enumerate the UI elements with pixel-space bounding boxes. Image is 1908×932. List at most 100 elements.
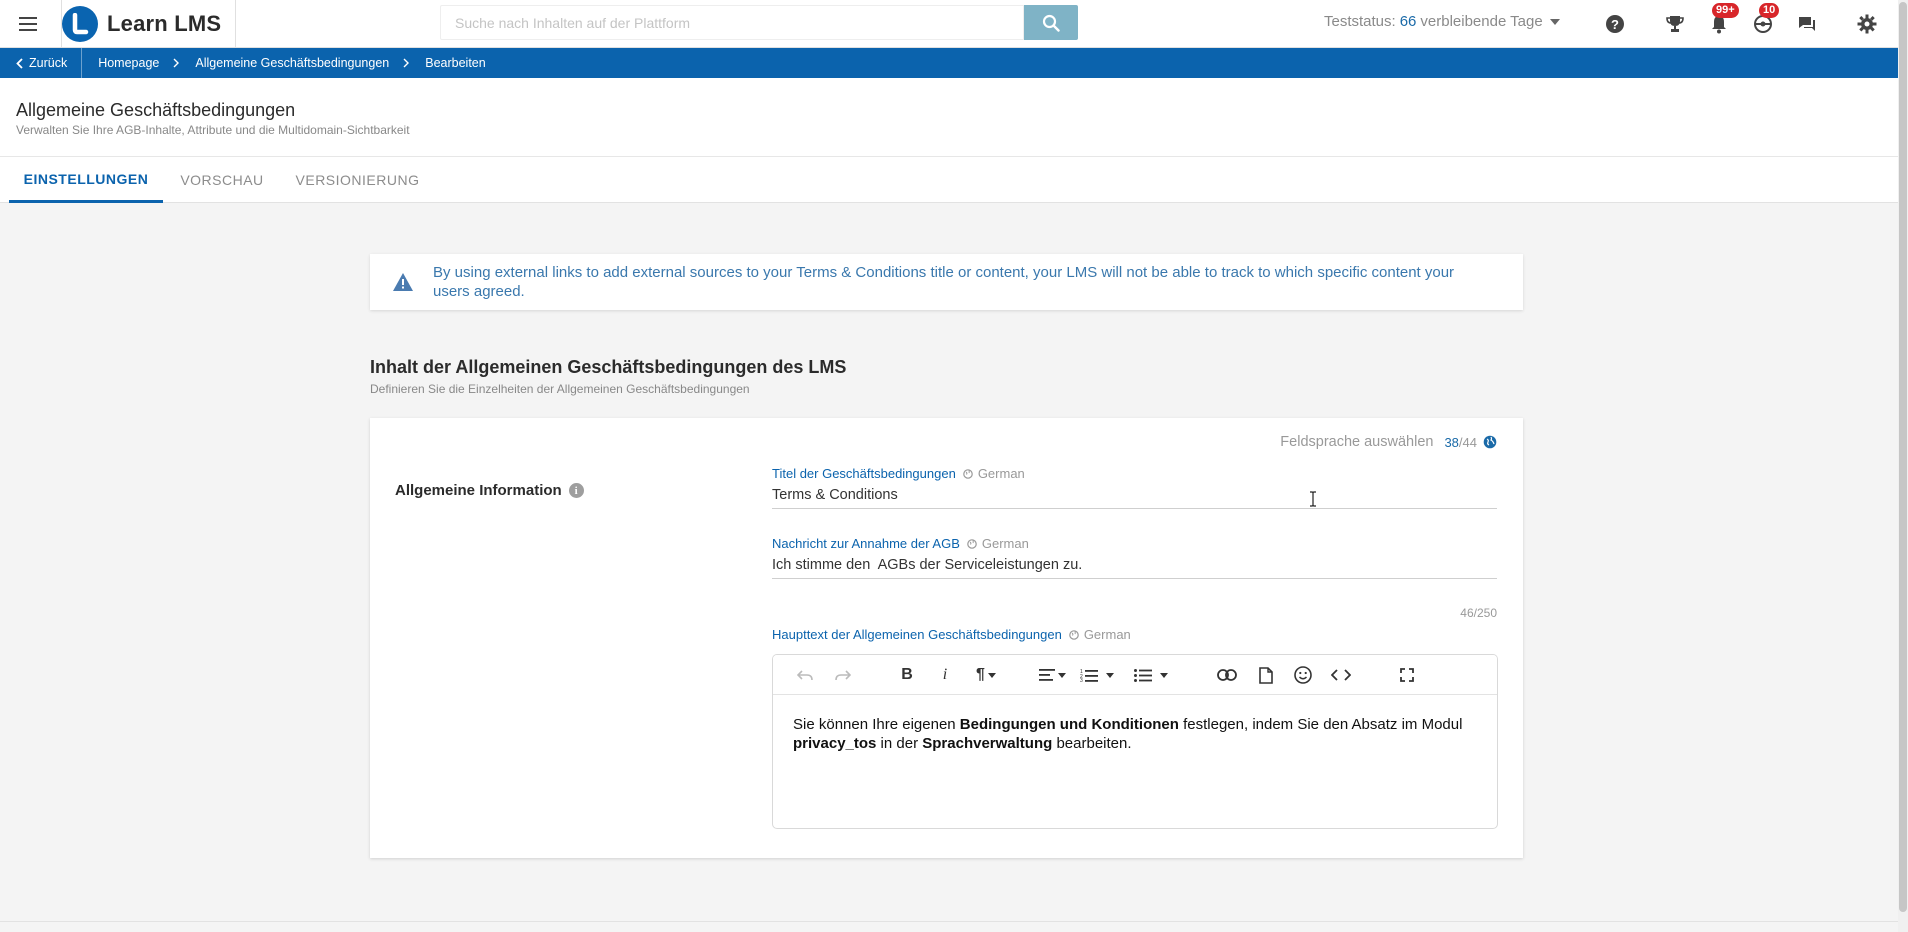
field-lang-text: German [977,466,1025,481]
messages-badge: 10 [1759,3,1780,18]
trophy-icon[interactable] [1661,10,1689,38]
breadcrumb-label: Bearbeiten [425,56,486,70]
editor-text: in der [876,735,923,752]
page-scrollbar[interactable] [1898,0,1908,932]
align-icon[interactable] [1035,663,1069,687]
body-field-label: Haupttext der Allgemeinen Geschäftsbedin… [772,627,1497,642]
editor-bold-text: Sprachverwaltung [922,735,1053,752]
link-icon[interactable] [1214,663,1240,687]
back-label: Zurück [29,56,68,70]
caret-down-icon [1549,18,1560,25]
breadcrumb: Zurück Homepage Allgemeine Geschäftsbedi… [0,48,1898,78]
bullet-list-icon[interactable] [1133,663,1153,687]
back-button[interactable]: Zurück [0,48,83,78]
svg-text:?: ? [1611,17,1619,32]
trial-days: 66 [1399,13,1417,30]
hamburger-menu-icon[interactable] [10,8,46,40]
language-count-total: /44 [1458,434,1477,450]
group-label: Allgemeine Information i [395,482,584,499]
page-subtitle: Verwalten Sie Ihre AGB-Inhalte, Attribut… [16,123,410,137]
editor-toolbar: B i ¶ 123 [773,655,1497,695]
acceptance-message-input[interactable] [772,552,1497,579]
redo-icon[interactable] [831,663,855,687]
notifications-badge: 99+ [1712,3,1739,18]
footer-divider [0,921,1898,922]
trial-suffix: verbleibende Tage [1420,13,1543,30]
rich-text-editor[interactable]: B i ¶ 123 Sie können Ihre eigenen Beding… [772,654,1498,829]
tab-versioning[interactable]: VERSIONIERUNG [290,157,425,203]
search-button[interactable] [1024,5,1078,40]
paragraph-format-icon[interactable]: ¶ [969,663,1003,687]
editor-bold-text: Bedingungen und Konditionen [959,716,1179,733]
field-language-tag: German [967,536,1029,551]
message-field-label: Nachricht zur Annahme der AGB German [772,536,1497,551]
field-lang-text: German [981,536,1029,551]
svg-text:3: 3 [1080,678,1083,682]
section-subtitle: Definieren Sie die Einzelheiten der Allg… [370,382,750,396]
emoji-icon[interactable] [1291,663,1315,687]
brand-name: Learn LMS [107,11,222,36]
editor-bold-text: privacy_tos [793,735,877,752]
field-language-picker[interactable]: Feldsprache auswählen 38/44 [1280,434,1497,450]
chevron-left-icon [16,57,23,69]
top-header: Learn LMS Teststatus: 66 verbleibende Ta… [0,0,1898,48]
page-title: Allgemeine Geschäftsbedingungen [16,100,296,120]
breadcrumb-item-terms[interactable]: Allgemeine Geschäftsbedingungen [179,56,410,70]
breadcrumb-label: Homepage [98,56,160,70]
section-title: Inhalt der Allgemeinen Geschäftsbedingun… [370,357,847,377]
title-field: Titel der Geschäftsbedingungen German [772,466,1497,509]
globe-outline-icon [967,538,977,549]
notifications-bell-icon[interactable]: 99+ [1705,3,1739,38]
file-icon[interactable] [1254,663,1278,687]
terms-content-card: Feldsprache auswählen 38/44 Allgemeine I… [370,418,1523,858]
character-counter: 46/250 [1460,606,1497,620]
trial-status-dropdown[interactable]: Teststatus: 66 verbleibende Tage [1324,13,1560,30]
field-label-text: Haupttext der Allgemeinen Geschäftsbedin… [772,627,1062,642]
text-cursor-icon [1310,491,1316,507]
page-header: Allgemeine Geschäftsbedingungen Verwalte… [0,78,1898,157]
ordered-list-icon[interactable]: 123 [1079,663,1099,687]
editor-text: bearbeiten. [1052,735,1132,752]
language-count-value: 38 [1444,434,1459,450]
tab-settings[interactable]: EINSTELLUNGEN [9,157,163,203]
help-icon[interactable]: ? [1601,10,1629,38]
fullscreen-icon[interactable] [1395,663,1419,687]
breadcrumb-item-edit: Bearbeiten [409,56,485,70]
language-count: 38/44 [1444,435,1477,450]
globe-outline-icon [963,468,973,479]
code-view-icon[interactable] [1328,663,1354,687]
search-input[interactable] [440,5,1024,40]
globe-outline-icon [1069,629,1079,640]
tab-preview[interactable]: VORSCHAU [172,157,272,203]
body-field: Haupttext der Allgemeinen Geschäftsbedin… [772,627,1497,642]
settings-gear-icon[interactable] [1853,10,1881,38]
undo-icon[interactable] [793,663,817,687]
chat-icon[interactable] [1793,10,1821,38]
editor-content[interactable]: Sie können Ihre eigenen Bedingungen und … [773,695,1497,773]
scrollbar-thumb[interactable] [1899,2,1907,912]
logo-icon [62,6,98,42]
field-label-text: Nachricht zur Annahme der AGB [772,536,960,551]
learning-path-icon[interactable]: 10 [1749,3,1780,38]
info-icon[interactable]: i [568,483,584,498]
ordered-list-dropdown[interactable] [1103,663,1117,687]
editor-text: Sie können Ihre eigenen [793,716,960,733]
bold-icon[interactable]: B [895,663,919,687]
bullet-list-dropdown[interactable] [1157,663,1171,687]
title-field-label: Titel der Geschäftsbedingungen German [772,466,1497,481]
italic-icon[interactable]: i [933,663,957,687]
warning-triangle-icon [393,273,413,291]
breadcrumb-label: Allgemeine Geschäftsbedingungen [195,56,390,70]
brand-logo[interactable]: Learn LMS [62,6,221,42]
breadcrumb-item-homepage[interactable]: Homepage [82,56,180,70]
globe-icon[interactable] [1483,435,1497,449]
title-input[interactable] [772,482,1497,509]
search-icon [1042,14,1060,32]
editor-text: festlegen, indem Sie den Absatz im Modul [1178,716,1463,733]
group-label-text: Allgemeine Information [395,482,562,499]
field-language-tag: German [1069,627,1131,642]
warning-banner: By using external links to add external … [370,254,1523,310]
language-picker-label: Feldsprache auswählen [1280,434,1434,450]
field-lang-text: German [1083,627,1131,642]
field-language-tag: German [963,466,1025,481]
